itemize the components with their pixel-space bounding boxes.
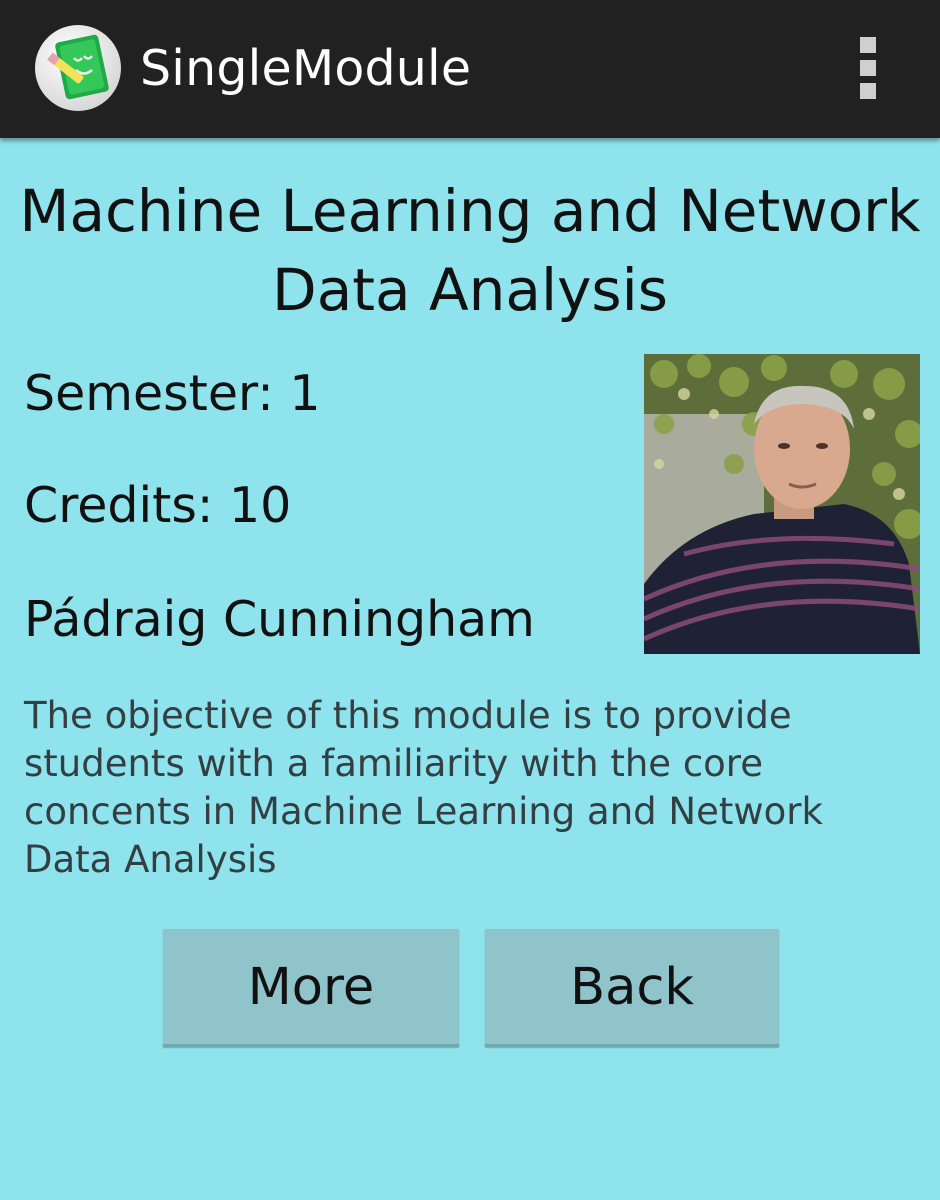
app-title: SingleModule bbox=[140, 40, 472, 97]
semester-text: Semester: 1 bbox=[24, 365, 321, 422]
more-button[interactable]: More bbox=[163, 929, 459, 1047]
credits-text: Credits: 10 bbox=[24, 477, 292, 534]
module-title: Machine Learning and Network Data Analys… bbox=[19, 177, 921, 324]
overflow-menu-icon[interactable] bbox=[850, 37, 886, 101]
lecturer-name: Pádraig Cunningham bbox=[24, 591, 535, 648]
action-bar: SingleModule bbox=[0, 0, 940, 138]
module-description: The objective of this module is to provi… bbox=[24, 694, 823, 881]
lecturer-photo bbox=[644, 354, 920, 654]
notebook-pencil-icon[interactable] bbox=[34, 24, 122, 112]
back-button[interactable]: Back bbox=[485, 929, 779, 1047]
